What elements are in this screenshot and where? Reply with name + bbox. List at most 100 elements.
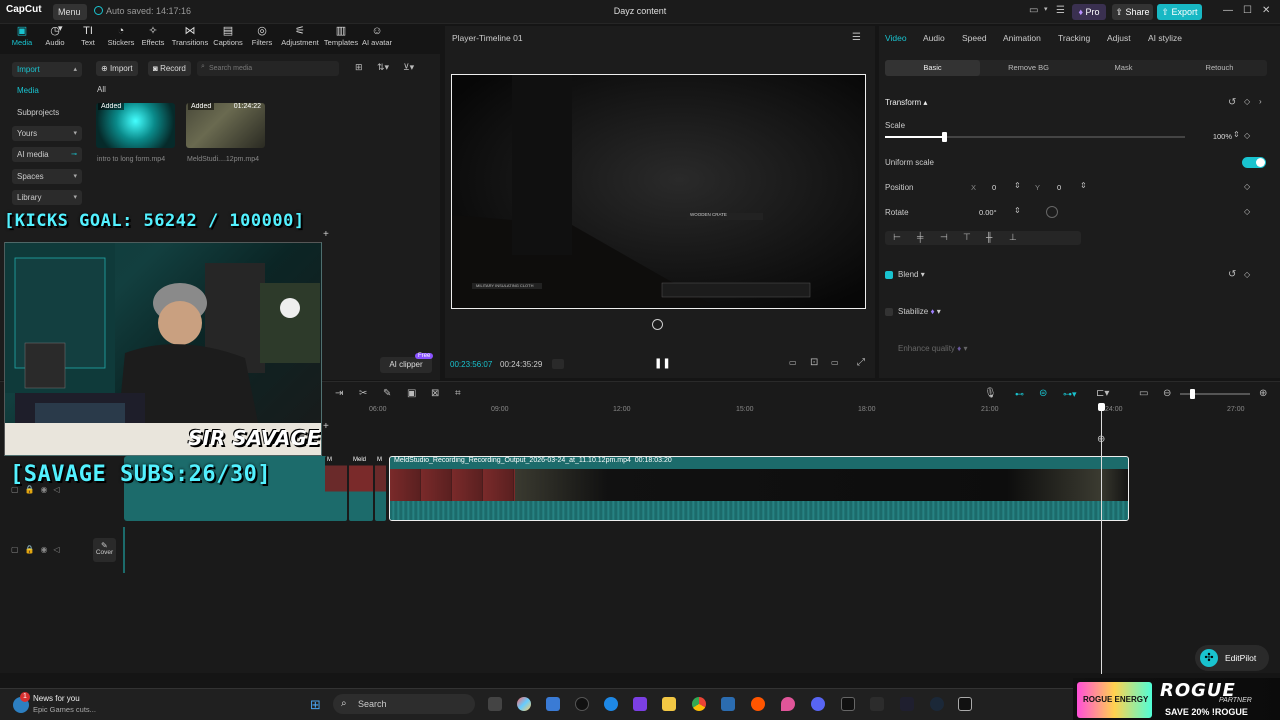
stepper-icon[interactable]: ⇕ — [1014, 206, 1021, 215]
clip-segment[interactable] — [375, 456, 386, 521]
app-icon[interactable] — [870, 697, 884, 711]
keyframe-icon[interactable]: ◇ — [1244, 182, 1250, 191]
keyframe-icon[interactable]: ◇ — [1244, 131, 1250, 140]
player-menu-icon[interactable]: ☰ — [852, 32, 861, 43]
menu-button[interactable]: Menu ▾ — [53, 4, 87, 33]
preview-axis-icon[interactable]: ⊏▾ — [1096, 388, 1109, 399]
pos-y-input[interactable]: 0 — [1057, 183, 1061, 192]
clip-segment[interactable] — [349, 456, 373, 521]
subtab-basic[interactable]: Basic — [885, 60, 980, 76]
tab-audio[interactable]: Audio — [923, 33, 945, 43]
soundcloud-icon[interactable] — [751, 697, 765, 711]
media-thumbnail[interactable]: Added — [96, 103, 175, 148]
subtab-retouch[interactable]: Retouch — [1172, 60, 1267, 76]
crop-tool-icon[interactable]: ⌗ — [455, 388, 461, 399]
app-icon[interactable] — [575, 697, 589, 711]
snapshot-icon[interactable] — [652, 319, 663, 330]
capcut-icon[interactable] — [841, 697, 855, 711]
shortcuts-icon[interactable]: ☰ — [1056, 5, 1065, 16]
zoom-slider-knob[interactable] — [1190, 389, 1195, 399]
app-icon[interactable] — [900, 697, 914, 711]
tool-adjustment[interactable]: ⚟ Adjustment — [278, 25, 322, 47]
uniform-scale-toggle[interactable] — [1242, 157, 1266, 168]
tab-adjust[interactable]: Adjust — [1107, 33, 1131, 43]
scale-slider-knob[interactable] — [942, 132, 947, 142]
reset-icon[interactable]: ↺ — [1228, 97, 1236, 108]
nav-subprojects[interactable]: Subprojects — [12, 105, 82, 120]
sort-icon[interactable]: ⇅▾ — [377, 62, 389, 73]
scale-value[interactable]: 100% — [1192, 132, 1232, 141]
stabilize-label[interactable]: Stabilize ♦ ▾ — [898, 307, 941, 316]
desktop-app-icon[interactable] — [546, 697, 560, 711]
filter-icon[interactable]: ⊻▾ — [403, 62, 414, 73]
reset-icon[interactable]: ↺ — [1228, 269, 1236, 280]
align-center-icon[interactable]: ╪ — [917, 232, 923, 242]
split-icon[interactable]: ⇥ — [335, 388, 343, 399]
tab-ai-stylize[interactable]: AI stylize — [1148, 33, 1182, 43]
caption-track-icon[interactable]: ▭ — [1139, 388, 1148, 399]
track-controls[interactable]: ▢🔒◉◁ — [11, 545, 66, 554]
aspect-ratio-icon[interactable]: ▭ — [831, 358, 839, 367]
fullscreen-icon[interactable]: ⤢ — [857, 357, 865, 368]
nav-library[interactable]: Library ▾ — [12, 190, 82, 205]
align-middle-icon[interactable]: ╫ — [986, 232, 992, 242]
align-left-icon[interactable]: ⊢ — [893, 232, 901, 243]
app-icon[interactable] — [721, 697, 735, 711]
import-button[interactable]: ⊕ Import — [96, 61, 138, 76]
transform-handle-icon[interactable]: + — [323, 229, 329, 240]
subtab-remove-bg[interactable]: Remove BG — [981, 60, 1076, 76]
close-icon[interactable]: ✕ — [1262, 5, 1270, 16]
freeze-icon[interactable]: ▣ — [407, 388, 416, 399]
pos-x-input[interactable]: 0 — [992, 183, 996, 192]
transform-handle-icon[interactable]: + — [323, 421, 329, 432]
timecode-toggle-icon[interactable] — [552, 359, 564, 369]
align-bottom-icon[interactable]: ⊥ — [1009, 232, 1017, 243]
blend-label[interactable]: Blend ▾ — [898, 270, 925, 279]
rotate-input[interactable]: 0.00° — [979, 208, 997, 217]
nav-import[interactable]: Import ▴ — [12, 62, 82, 77]
tab-video[interactable]: Video — [885, 33, 907, 43]
zoom-in-icon[interactable]: ⊕ — [1259, 388, 1267, 399]
auto-edit-icon[interactable]: ✎ — [383, 388, 391, 399]
nav-yours[interactable]: Yours ▾ — [12, 126, 82, 141]
stepper-icon[interactable]: ⇕ — [1233, 130, 1240, 139]
zoom-out-icon[interactable]: ⊖ — [1163, 388, 1171, 399]
pro-button[interactable]: ♦ Pro — [1072, 4, 1106, 20]
app-icon[interactable] — [633, 697, 647, 711]
magic-cut-icon[interactable]: ✂ — [359, 388, 367, 399]
microphone-icon[interactable]: 🎙 — [984, 388, 997, 399]
stabilize-checkbox[interactable] — [885, 308, 893, 316]
rotate-dial-icon[interactable] — [1046, 206, 1058, 218]
layout-icon[interactable]: ▭ — [1029, 5, 1038, 16]
nav-ai-media[interactable]: AI media ⊸ — [12, 147, 82, 162]
nav-spaces[interactable]: Spaces ▾ — [12, 169, 82, 184]
video-preview[interactable]: WOODEN CRATE MILITARY INSULATING CLOTH — [451, 74, 866, 309]
clip-segment[interactable] — [325, 456, 347, 521]
grid-view-icon[interactable]: ⊞ — [355, 62, 363, 73]
keyframe-icon[interactable]: ◇ — [1244, 207, 1250, 216]
transform-section[interactable]: Transform ▴ — [885, 98, 927, 107]
capcut-active-icon[interactable] — [958, 697, 972, 711]
windows-start-icon[interactable]: ⊞ — [310, 697, 321, 713]
more-icon[interactable]: › — [1259, 97, 1262, 106]
align-top-icon[interactable]: ⊤ — [963, 232, 971, 243]
stepper-icon[interactable]: ⇕ — [1014, 181, 1021, 190]
share-button[interactable]: ⇪ Share — [1112, 4, 1153, 20]
crop-icon[interactable]: ⊡ — [810, 357, 818, 368]
record-button[interactable]: ◙ Record — [148, 61, 191, 76]
align-right-icon[interactable]: ⊣ — [940, 232, 948, 243]
linkage-icon[interactable]: ⊶▾ — [1063, 389, 1077, 400]
copilot-icon[interactable] — [517, 697, 531, 711]
replace-icon[interactable]: ⊠ — [431, 388, 439, 399]
link-main-track-icon[interactable]: ⊷ — [1015, 389, 1024, 400]
taskbar-search[interactable]: Search — [333, 694, 475, 714]
keyframe-icon[interactable]: ◇ — [1244, 270, 1250, 279]
media-search-input[interactable]: Search media — [197, 61, 339, 76]
minimize-icon[interactable]: — — [1223, 5, 1233, 16]
discord-icon[interactable] — [811, 697, 825, 711]
news-title[interactable]: News for you — [33, 694, 80, 703]
nav-media[interactable]: Media — [12, 83, 82, 98]
keyframe-icon[interactable]: ◇ — [1244, 97, 1250, 106]
export-button[interactable]: ⇧ Export — [1157, 4, 1202, 20]
auto-snap-icon[interactable]: ⊜ — [1039, 388, 1047, 399]
